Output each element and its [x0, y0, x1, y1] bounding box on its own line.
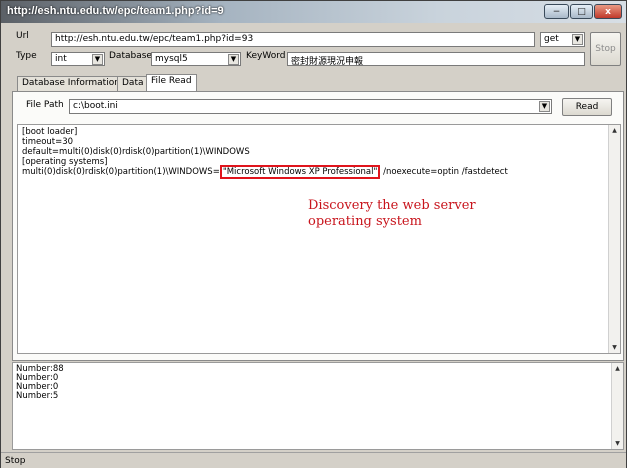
content-line: [boot loader]	[22, 127, 78, 137]
close-button[interactable]: x	[594, 4, 622, 19]
content-line: default=multi(0)disk(0)rdisk(0)partition…	[22, 147, 250, 157]
content-line-prefix: multi(0)disk(0)rdisk(0)partition(1)\WIND…	[22, 167, 220, 177]
type-select[interactable]: int ▼	[51, 52, 105, 66]
content-line-suffix: /noexecute=optin /fastdetect	[380, 167, 508, 177]
stop-button[interactable]: Stop	[590, 32, 621, 66]
title-bar[interactable]: http://esh.ntu.edu.tw/epc/team1.php?id=9…	[1, 1, 626, 23]
tab-data[interactable]: Data	[117, 76, 149, 91]
tab-file-read[interactable]: File Read	[146, 74, 197, 92]
maximize-button[interactable]: □	[570, 4, 593, 19]
annotation-line: Discovery the web server	[308, 198, 476, 213]
scroll-down-icon[interactable]: ▼	[609, 342, 620, 353]
list-item: Number:5	[16, 391, 59, 401]
file-path-select[interactable]: c:\boot.ini ▼	[69, 99, 552, 114]
method-select[interactable]: get ▼	[540, 32, 585, 47]
url-label: Url	[16, 31, 29, 41]
type-value: int	[55, 54, 67, 64]
database-label: Database	[109, 51, 152, 61]
file-content-area[interactable]: [boot loader] timeout=30 default=multi(0)d…	[17, 124, 621, 354]
tab-database-information[interactable]: Database Information	[17, 76, 125, 91]
output-scrollbar[interactable]: ▲ ▼	[611, 363, 623, 449]
keyword-label: KeyWord	[246, 51, 286, 61]
annotation-line: operating system	[308, 214, 422, 229]
file-path-label: File Path	[26, 100, 64, 110]
content-line: timeout=30	[22, 137, 74, 147]
annotation-text: Discovery the web server operating syste…	[308, 198, 476, 230]
number-list: Number:88 Number:0 Number:0 Number:5	[16, 365, 64, 401]
file-content: [boot loader] timeout=30 default=multi(0)d…	[22, 127, 508, 179]
window-title: http://esh.ntu.edu.tw/epc/team1.php?id=9	[7, 5, 224, 17]
app-window: http://esh.ntu.edu.tw/epc/team1.php?id=9…	[0, 0, 627, 468]
read-button[interactable]: Read	[562, 98, 612, 116]
status-bar: Stop	[1, 452, 626, 468]
chevron-down-icon[interactable]: ▼	[92, 54, 103, 65]
keyword-input[interactable]: 密封財源現況申報	[287, 52, 585, 66]
file-path-value: c:\boot.ini	[73, 101, 118, 111]
output-list-area[interactable]: Number:88 Number:0 Number:0 Number:5 ▲ ▼	[12, 362, 624, 450]
content-scrollbar[interactable]: ▲ ▼	[608, 125, 620, 353]
content-line: multi(0)disk(0)rdisk(0)partition(1)\WIND…	[22, 165, 508, 179]
scroll-down-icon[interactable]: ▼	[612, 438, 623, 449]
database-select[interactable]: mysql5 ▼	[151, 52, 241, 66]
os-highlight-box: "Microsoft Windows XP Professional"	[219, 165, 381, 179]
url-input[interactable]: http://esh.ntu.edu.tw/epc/team1.php?id=9…	[51, 32, 535, 47]
scroll-up-icon[interactable]: ▲	[609, 125, 620, 136]
scroll-up-icon[interactable]: ▲	[612, 363, 623, 374]
chevron-down-icon[interactable]: ▼	[228, 54, 239, 65]
minimize-icon: −	[552, 6, 561, 17]
maximize-icon: □	[577, 6, 586, 17]
database-value: mysql5	[155, 54, 188, 64]
type-label: Type	[16, 51, 37, 61]
status-text: Stop	[5, 456, 26, 466]
method-value: get	[544, 34, 559, 44]
close-icon: x	[605, 6, 611, 17]
minimize-button[interactable]: −	[544, 4, 569, 19]
chevron-down-icon[interactable]: ▼	[539, 101, 550, 112]
chevron-down-icon[interactable]: ▼	[572, 34, 583, 45]
